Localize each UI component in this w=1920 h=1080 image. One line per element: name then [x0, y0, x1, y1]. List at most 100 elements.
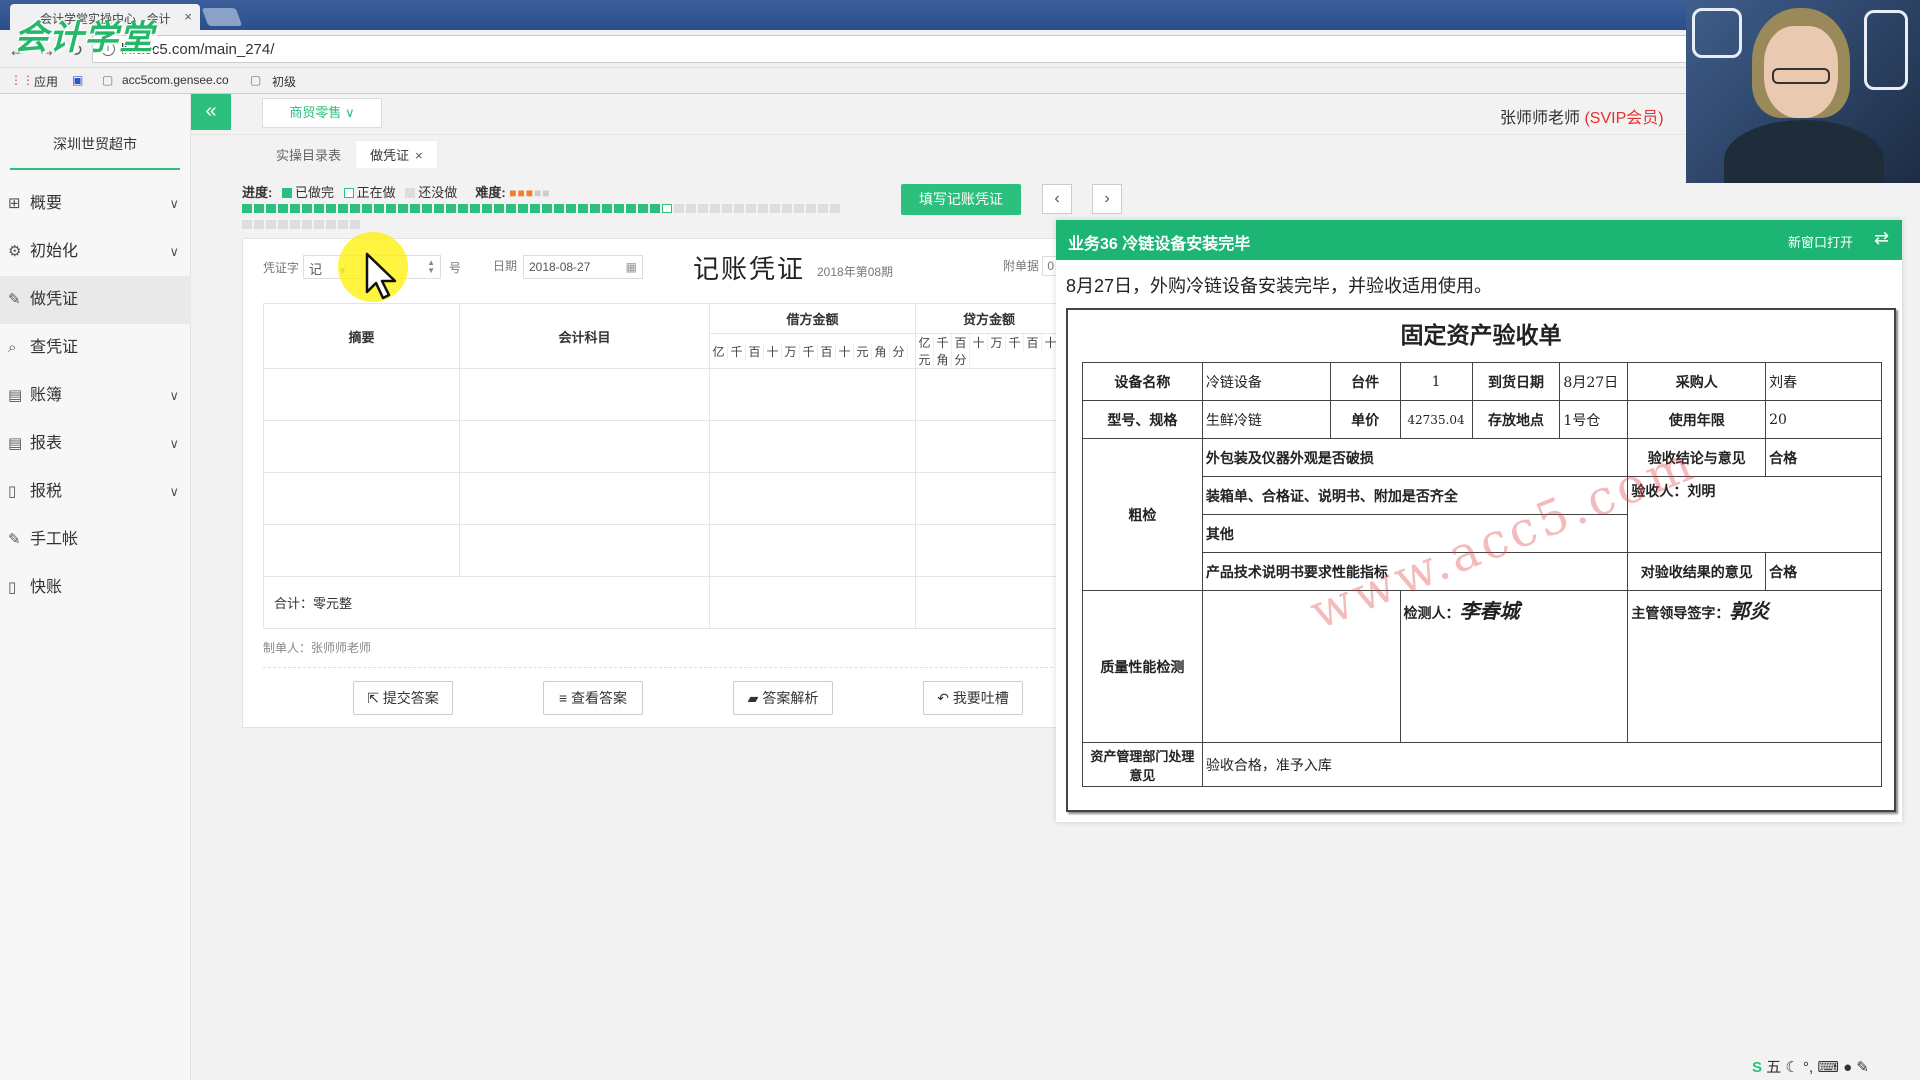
sogou-ime-icon[interactable]: S	[1752, 1059, 1762, 1076]
fill-voucher-button[interactable]: 填写记账凭证	[901, 184, 1021, 215]
summary-cell[interactable]	[263, 420, 460, 473]
user-icon[interactable]: ●	[1843, 1059, 1852, 1076]
prev-button[interactable]: ‹	[1042, 184, 1072, 214]
credit-cell[interactable]	[915, 524, 1063, 577]
progress-cell[interactable]	[410, 204, 420, 213]
progress-cell[interactable]	[326, 220, 336, 229]
progress-cell[interactable]	[242, 204, 252, 213]
attachment-count[interactable]: 附单据 0	[1003, 256, 1060, 276]
progress-cell[interactable]	[314, 204, 324, 213]
close-icon[interactable]: ×	[184, 9, 192, 24]
progress-cell[interactable]	[518, 204, 528, 213]
progress-cell[interactable]	[818, 204, 828, 213]
progress-cell[interactable]	[446, 204, 456, 213]
sidebar-item-manual[interactable]: ✎ 手工帐	[0, 516, 191, 564]
progress-cell[interactable]	[650, 204, 660, 213]
progress-cell[interactable]	[506, 204, 516, 213]
progress-cell[interactable]	[494, 204, 504, 213]
account-cell[interactable]	[459, 420, 710, 473]
progress-cell[interactable]	[686, 204, 696, 213]
keyboard-icon[interactable]: ⌨	[1817, 1059, 1839, 1076]
bookmark-apps[interactable]: 应用	[34, 73, 58, 90]
swap-icon[interactable]: ⇄	[1874, 228, 1889, 249]
progress-cell[interactable]	[266, 204, 276, 213]
bookmark-gensee[interactable]: acc5com.gensee.co	[122, 73, 229, 87]
progress-cell[interactable]	[338, 220, 348, 229]
wrench-icon[interactable]: ✎	[1856, 1059, 1869, 1076]
progress-cell[interactable]	[278, 220, 288, 229]
progress-cell[interactable]	[602, 204, 612, 213]
progress-cell[interactable]	[314, 220, 324, 229]
debit-cell[interactable]	[709, 368, 916, 421]
progress-cell[interactable]	[422, 204, 432, 213]
progress-cell[interactable]	[458, 204, 468, 213]
submit-answer-button[interactable]: ⇱ 提交答案	[353, 681, 453, 715]
industry-dropdown[interactable]: 商贸零售 ∨	[262, 98, 382, 128]
sidebar-item-search-voucher[interactable]: ⌕ 查凭证	[0, 324, 191, 372]
progress-cell[interactable]	[542, 204, 552, 213]
progress-cell[interactable]	[386, 204, 396, 213]
progress-cell[interactable]	[806, 204, 816, 213]
progress-cell[interactable]	[578, 204, 588, 213]
open-new-window-link[interactable]: 新窗口打开	[1788, 232, 1853, 251]
sidebar-item-reports[interactable]: ▤ 报表 ∨	[0, 420, 191, 468]
sidebar-item-ledger[interactable]: ▤ 账簿 ∨	[0, 372, 191, 420]
progress-cell[interactable]	[722, 204, 732, 213]
summary-cell[interactable]	[263, 472, 460, 525]
summary-cell[interactable]	[263, 524, 460, 577]
progress-cell[interactable]	[302, 204, 312, 213]
account-cell[interactable]	[459, 472, 710, 525]
progress-cell[interactable]	[254, 220, 264, 229]
progress-cell[interactable]	[290, 220, 300, 229]
progress-cell[interactable]	[338, 204, 348, 213]
progress-cell[interactable]	[770, 204, 780, 213]
account-cell[interactable]	[459, 524, 710, 577]
account-cell[interactable]	[459, 368, 710, 421]
progress-cell[interactable]	[242, 220, 252, 229]
progress-cell[interactable]	[398, 204, 408, 213]
collapse-sidebar-button[interactable]: «	[191, 94, 231, 130]
progress-cell[interactable]	[794, 204, 804, 213]
progress-cell[interactable]	[782, 204, 792, 213]
progress-cell[interactable]	[662, 204, 672, 213]
tab-make-voucher[interactable]: 做凭证 ×	[355, 140, 438, 168]
new-tab-button[interactable]	[201, 8, 243, 26]
progress-cell[interactable]	[254, 204, 264, 213]
moon-icon[interactable]: ☾	[1785, 1059, 1798, 1076]
sidebar-item-make-voucher[interactable]: ✎ 做凭证	[0, 276, 191, 324]
date-input[interactable]: 2018-08-27 ▦	[523, 255, 643, 279]
progress-cell[interactable]	[710, 204, 720, 213]
progress-cell[interactable]	[326, 204, 336, 213]
progress-cell[interactable]	[554, 204, 564, 213]
progress-cell[interactable]	[350, 204, 360, 213]
close-icon[interactable]: ×	[415, 148, 423, 163]
progress-cell[interactable]	[362, 204, 372, 213]
user-info[interactable]: 张师师老师 (SVIP会员)	[1500, 104, 1664, 128]
progress-cell[interactable]	[434, 204, 444, 213]
punctuation-icon[interactable]: °,	[1803, 1059, 1813, 1076]
progress-cell[interactable]	[374, 204, 384, 213]
progress-cell[interactable]	[266, 220, 276, 229]
progress-cell[interactable]	[638, 204, 648, 213]
credit-cell[interactable]	[915, 420, 1063, 473]
url-input[interactable]: i lx.acc5.com/main_274/	[92, 35, 1692, 63]
progress-cell[interactable]	[614, 204, 624, 213]
progress-cell[interactable]	[674, 204, 684, 213]
sidebar-item-overview[interactable]: ⊞ 概要 ∨	[0, 180, 191, 228]
stepper-icon[interactable]: ▲ ▼	[427, 259, 435, 275]
progress-cell[interactable]	[734, 204, 744, 213]
apps-grid-icon[interactable]: ⋮⋮	[10, 73, 34, 87]
calendar-icon[interactable]: ▦	[626, 260, 637, 274]
progress-cell[interactable]	[350, 220, 360, 229]
debit-cell[interactable]	[709, 472, 916, 525]
progress-cell[interactable]	[746, 204, 756, 213]
credit-cell[interactable]	[915, 472, 1063, 525]
sidebar-item-init[interactable]: ⚙ 初始化 ∨	[0, 228, 191, 276]
bookmark-junior[interactable]: 初级	[272, 73, 296, 90]
ime-mode[interactable]: 五	[1766, 1059, 1781, 1076]
progress-cell[interactable]	[590, 204, 600, 213]
progress-cell[interactable]	[530, 204, 540, 213]
progress-cell[interactable]	[278, 204, 288, 213]
progress-cell[interactable]	[470, 204, 480, 213]
sidebar-item-quick[interactable]: ▯ 快账	[0, 564, 191, 612]
